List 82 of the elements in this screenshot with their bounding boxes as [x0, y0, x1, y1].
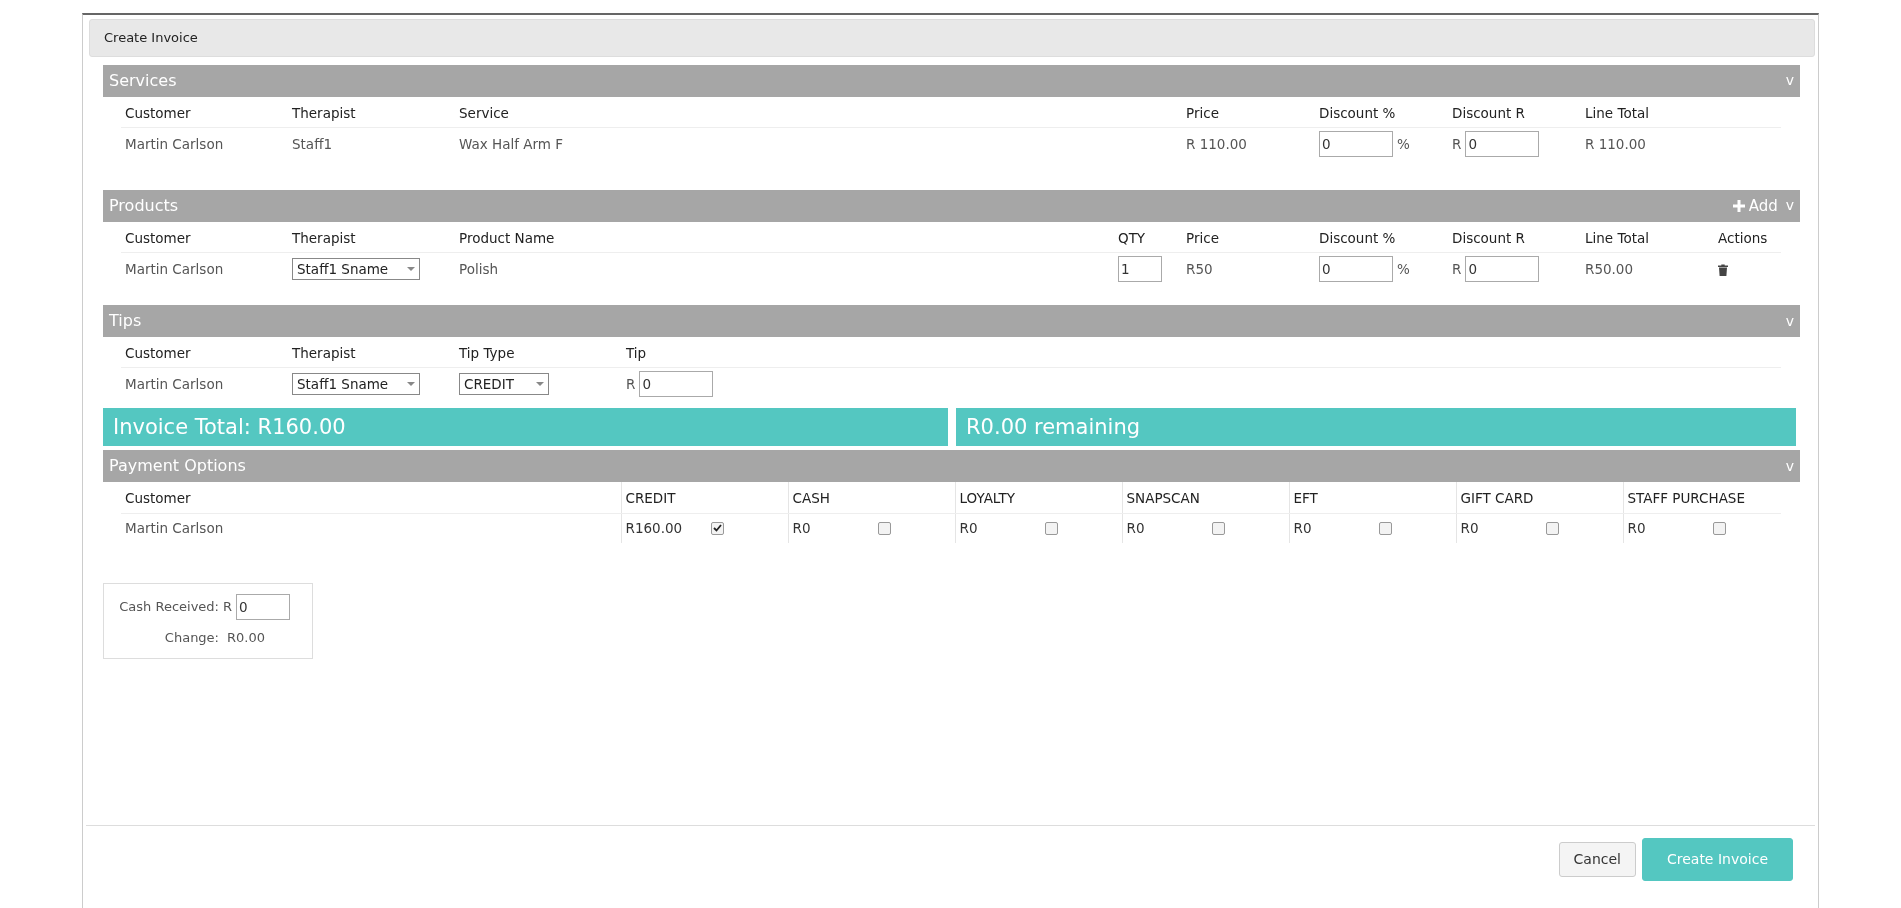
column-header: Line Total — [1585, 104, 1649, 121]
column-header: Customer — [125, 229, 191, 246]
field-label: Change: — [163, 629, 219, 647]
column-header: Customer — [125, 345, 191, 361]
invoice-total: Invoice Total: R160.00 — [103, 408, 948, 447]
table-cell: Martin Carlson — [125, 376, 224, 393]
column-header: EFT — [1293, 490, 1318, 507]
column-header: Service — [459, 104, 509, 121]
column-header: CREDIT — [625, 490, 676, 507]
checkbox[interactable] — [877, 521, 891, 535]
section-title: Services — [109, 69, 178, 92]
table-cell: Wax Half Arm F — [459, 135, 563, 152]
column-header: Price — [1186, 104, 1219, 121]
checkbox[interactable] — [1712, 521, 1726, 535]
dialog-title: Create Invoice — [89, 19, 1815, 57]
column-header: Therapist — [292, 104, 356, 121]
section-title: Tips — [109, 310, 143, 332]
column-header: Customer — [125, 104, 191, 121]
column-header: Customer — [125, 490, 191, 507]
column-header: GIFT CARD — [1460, 490, 1534, 507]
input-field[interactable]: 0 — [1465, 256, 1540, 282]
input-field[interactable]: 0 — [1319, 256, 1393, 282]
currency-label: R — [1452, 134, 1462, 154]
remaining-amount: R0.00 remaining — [956, 408, 1796, 447]
payment-amount: R0 — [959, 519, 978, 539]
currency-label: R — [223, 598, 233, 617]
dropdown[interactable]: Staff1 Sname — [292, 373, 420, 396]
plus-icon — [1732, 199, 1745, 212]
checkbox[interactable] — [1211, 521, 1225, 535]
checkbox[interactable] — [1545, 521, 1559, 535]
table-cell: Polish — [459, 260, 498, 277]
column-header: Discount R — [1452, 104, 1525, 121]
dropdown[interactable]: CREDIT — [459, 373, 549, 396]
table-cell: Martin Carlson — [125, 520, 224, 537]
column-header: Line Total — [1585, 229, 1649, 246]
payment-amount: R160.00 — [625, 519, 683, 539]
currency-label: R — [626, 375, 636, 395]
column-header: STAFF PURCHASE — [1627, 490, 1745, 507]
column-header: Tip Type — [459, 345, 515, 361]
table-cell: R50 — [1186, 260, 1213, 277]
percent-label: % — [1397, 134, 1410, 154]
percent-label: % — [1397, 259, 1410, 279]
checkbox[interactable] — [1378, 521, 1392, 535]
column-header: Discount % — [1319, 229, 1396, 246]
payment-amount: R0 — [1293, 519, 1312, 539]
column-header: Therapist — [292, 345, 356, 361]
change-amount: R0.00 — [227, 629, 265, 647]
payment-amount: R0 — [1126, 519, 1145, 539]
table-cell: R 110.00 — [1585, 135, 1646, 152]
checkbox[interactable] — [1044, 521, 1058, 535]
section-title: Products — [109, 194, 180, 217]
column-header: Actions — [1718, 229, 1768, 246]
input-field[interactable]: 0 — [639, 371, 714, 398]
table-cell: R50.00 — [1585, 260, 1634, 277]
input-field[interactable]: 0 — [1319, 130, 1393, 157]
payment-amount: R0 — [792, 519, 811, 539]
column-header: Discount % — [1319, 104, 1396, 121]
input-field[interactable]: 0 — [236, 594, 291, 620]
table-cell: Martin Carlson — [125, 260, 224, 277]
dropdown[interactable]: Staff1 Sname — [292, 258, 420, 280]
table-cell: Staff1 — [292, 135, 333, 152]
column-header: Discount R — [1452, 229, 1525, 246]
payment-amount: R0 — [1627, 519, 1646, 539]
input-field[interactable]: 0 — [1465, 130, 1540, 157]
input-field[interactable]: 1 — [1118, 256, 1162, 282]
column-header: Product Name — [459, 229, 555, 246]
column-header: Price — [1186, 229, 1219, 246]
field-label: Cash Received: — [118, 598, 219, 617]
column-header: LOYALTY — [959, 490, 1016, 507]
table-cell: R 110.00 — [1186, 135, 1247, 152]
checkbox[interactable] — [710, 521, 724, 535]
column-header: CASH — [792, 490, 830, 507]
table-cell: Martin Carlson — [125, 135, 224, 152]
currency-label: R — [1452, 259, 1462, 279]
column-header: Tip — [626, 345, 647, 361]
trash-icon[interactable] — [1718, 263, 1728, 276]
column-header: QTY — [1118, 229, 1146, 246]
payment-amount: R0 — [1460, 519, 1479, 539]
cancel-button[interactable]: Cancel — [1558, 842, 1636, 877]
column-header: SNAPSCAN — [1126, 490, 1200, 507]
section-title: Payment Options — [109, 455, 247, 478]
column-header: Therapist — [292, 229, 356, 246]
